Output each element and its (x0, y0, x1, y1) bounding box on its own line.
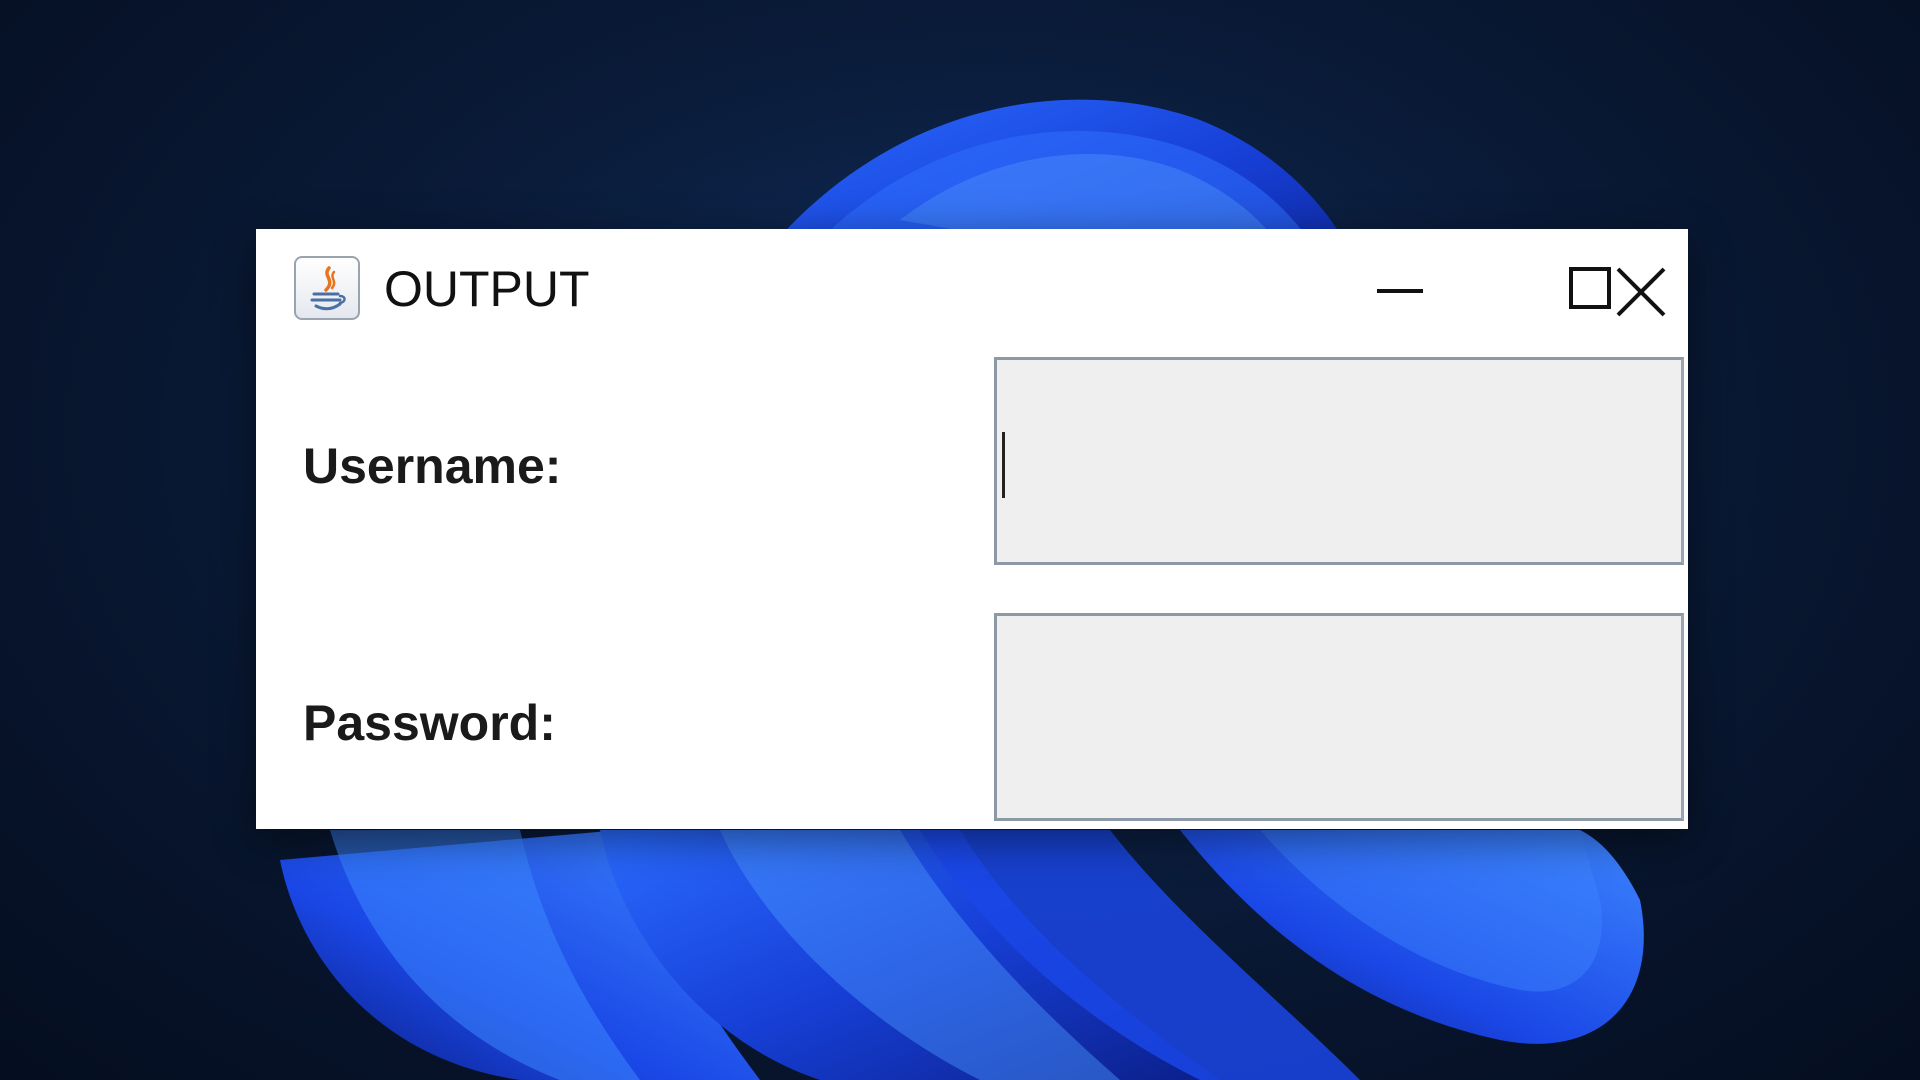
minimize-icon (1377, 289, 1423, 293)
username-input[interactable] (994, 357, 1684, 565)
close-button[interactable] (1588, 229, 1708, 349)
minimize-button[interactable] (1339, 229, 1459, 349)
password-label: Password: (303, 695, 556, 751)
username-label: Username: (303, 438, 562, 494)
output-window: OUTPUT Username: Password: (256, 229, 1688, 829)
text-caret (1002, 432, 1005, 498)
title-bar[interactable]: OUTPUT (256, 229, 1688, 349)
password-input[interactable] (994, 613, 1684, 821)
window-title: OUTPUT (384, 261, 590, 317)
java-icon (294, 256, 360, 320)
close-icon (1616, 267, 1666, 317)
